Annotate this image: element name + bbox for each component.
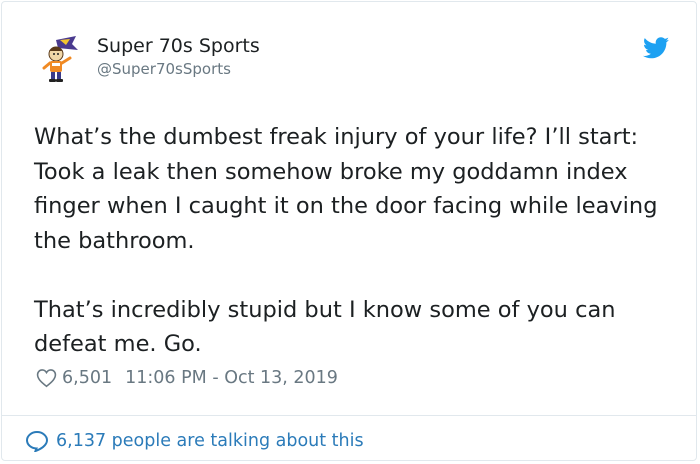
twitter-bird-icon[interactable]: [643, 37, 669, 59]
tweet-card: Super 70s Sports @Super70sSports What’s …: [1, 1, 697, 461]
speech-bubble-icon: [25, 430, 49, 452]
heart-icon[interactable]: [36, 368, 57, 388]
talking-link[interactable]: 6,137 people are talking about this: [25, 428, 364, 454]
author-handle[interactable]: @Super70sSports: [97, 60, 231, 78]
tweet-meta: 6,501 11:06 PM - Oct 13, 2019: [36, 365, 338, 391]
tweet-paragraph: What’s the dumbest freak injury of your …: [34, 124, 658, 254]
like-count[interactable]: 6,501: [62, 368, 112, 388]
tweet-paragraph: That’s incredibly stupid but I know some…: [34, 296, 616, 358]
author-name[interactable]: Super 70s Sports: [97, 35, 260, 57]
tweet-timestamp[interactable]: 11:06 PM - Oct 13, 2019: [125, 368, 338, 388]
tweet-text: What’s the dumbest freak injury of your …: [34, 120, 674, 362]
avatar[interactable]: [36, 34, 82, 84]
talking-label: 6,137 people are talking about this: [56, 431, 364, 451]
divider: [2, 415, 696, 416]
